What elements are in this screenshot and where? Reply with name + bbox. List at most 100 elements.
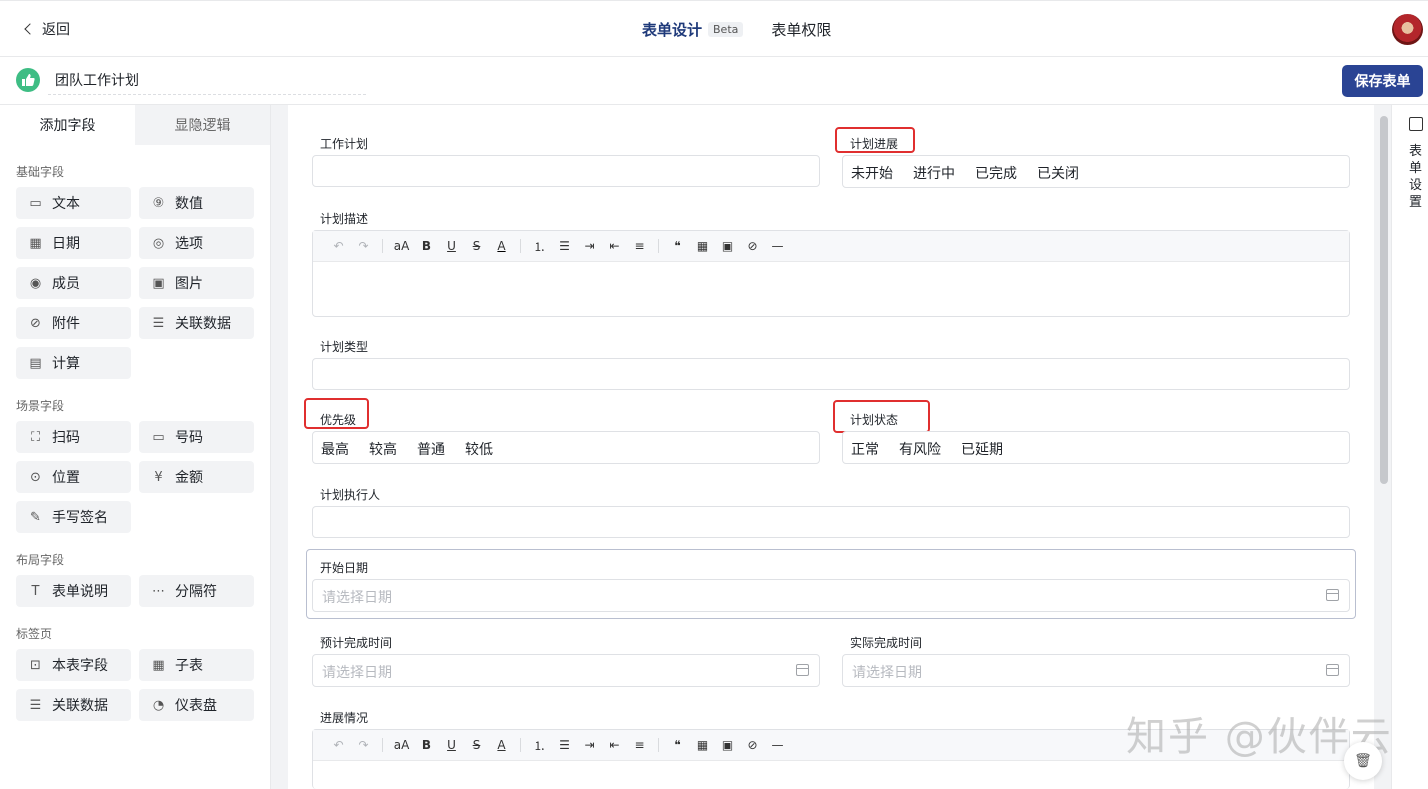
tab-form-permission[interactable]: 表单权限 <box>771 1 831 58</box>
image-icon[interactable]: ▣ <box>715 239 740 253</box>
option-item[interactable]: 已关闭 <box>1037 163 1079 183</box>
description-label: 计划描述 <box>320 212 369 226</box>
calendar-icon[interactable] <box>1326 664 1339 676</box>
option-item[interactable]: 已延期 <box>961 439 1003 459</box>
field-amount[interactable]: ¥ 金额 <box>139 461 254 493</box>
field-image[interactable]: ▣ 图片 <box>139 267 254 299</box>
field-label: 扫码 <box>52 430 80 446</box>
redo-icon[interactable]: ↷ <box>351 239 376 253</box>
bullet-list-icon[interactable]: ☰ <box>552 738 577 752</box>
field-scan[interactable]: ⛶ 扫码 <box>16 421 131 453</box>
group-title-layout: 布局字段 <box>16 553 65 567</box>
back-button[interactable]: 返回 <box>22 19 70 39</box>
form-name-input[interactable]: 团队工作计划 <box>48 62 366 95</box>
strikethrough-icon[interactable]: S <box>464 239 489 253</box>
tab-add-field[interactable]: 添加字段 <box>0 105 135 145</box>
field-option[interactable]: ◎ 选项 <box>139 227 254 259</box>
link-icon[interactable]: ⊘ <box>740 738 765 752</box>
field-linked-data[interactable]: ☰ 关联数据 <box>139 307 254 339</box>
font-color-icon[interactable]: A <box>489 738 514 752</box>
option-item[interactable]: 较低 <box>465 439 493 459</box>
field-label: 数值 <box>175 196 203 212</box>
undo-icon[interactable]: ↶ <box>326 239 351 253</box>
option-item[interactable]: 正常 <box>851 439 879 459</box>
field-sub-table[interactable]: ▦ 子表 <box>139 649 254 681</box>
link-icon[interactable]: ⊘ <box>740 239 765 253</box>
plan-type-input[interactable] <box>312 358 1350 390</box>
form-title-bar: 团队工作计划 保存表单 <box>0 57 1428 105</box>
field-member[interactable]: ◉ 成员 <box>16 267 131 299</box>
bold-icon[interactable]: B <box>414 239 439 253</box>
align-icon[interactable]: ≡ <box>627 239 652 253</box>
trash-icon[interactable]: 🗑 <box>1344 742 1382 780</box>
toolbar-divider <box>520 239 521 253</box>
avatar[interactable] <box>1392 14 1423 45</box>
indent-icon[interactable]: ⇥ <box>577 738 602 752</box>
field-label: 位置 <box>52 470 80 486</box>
tab-visibility-logic[interactable]: 显隐逻辑 <box>135 105 270 145</box>
redo-icon[interactable]: ↷ <box>351 738 376 752</box>
form-settings-label[interactable]: 表单设置 <box>1409 143 1425 211</box>
undo-icon[interactable]: ↶ <box>326 738 351 752</box>
option-item[interactable]: 较高 <box>369 439 397 459</box>
toolbar-divider <box>382 239 383 253</box>
tab-form-design[interactable]: 表单设计 Beta <box>642 1 744 59</box>
field-location[interactable]: ⊙ 位置 <box>16 461 131 493</box>
option-item[interactable]: 普通 <box>417 439 445 459</box>
field-sub-field[interactable]: ⊡ 本表字段 <box>16 649 131 681</box>
quote-icon[interactable]: ❝ <box>665 239 690 253</box>
progress-detail-label: 进展情况 <box>320 711 369 725</box>
field-divider[interactable]: ⋯ 分隔符 <box>139 575 254 607</box>
back-label: 返回 <box>42 22 70 38</box>
save-form-button[interactable]: 保存表单 <box>1342 65 1423 97</box>
collapse-panel-icon[interactable] <box>1409 117 1423 131</box>
work-plan-input[interactable] <box>312 155 820 187</box>
field-attachment[interactable]: ⊘ 附件 <box>16 307 131 339</box>
bullet-list-icon[interactable]: ☰ <box>552 239 577 253</box>
horizontal-rule-icon[interactable]: — <box>765 239 790 253</box>
font-size-icon[interactable]: aA <box>389 239 414 253</box>
field-number-tag[interactable]: ▭ 号码 <box>139 421 254 453</box>
option-item[interactable]: 进行中 <box>913 163 955 183</box>
field-date[interactable]: ▦ 日期 <box>16 227 131 259</box>
indent-icon[interactable]: ⇥ <box>577 239 602 253</box>
description-editor[interactable]: ↶ ↷ aA B U S A ⒈ ☰ ⇥ ⇤ ≡ ❝ ▦ ▣ ⊘ — <box>312 230 1350 317</box>
bold-icon[interactable]: B <box>414 738 439 752</box>
outdent-icon[interactable]: ⇤ <box>602 239 627 253</box>
calendar-icon[interactable] <box>796 664 809 676</box>
underline-icon[interactable]: U <box>439 738 464 752</box>
field-number[interactable]: ⑨ 数值 <box>139 187 254 219</box>
horizontal-rule-icon[interactable]: — <box>765 738 790 752</box>
font-size-icon[interactable]: aA <box>389 738 414 752</box>
field-form-description[interactable]: T 表单说明 <box>16 575 131 607</box>
field-tab-linked-data[interactable]: ☰ 关联数据 <box>16 689 131 721</box>
option-item[interactable]: 未开始 <box>851 163 893 183</box>
field-dashboard[interactable]: ◔ 仪表盘 <box>139 689 254 721</box>
highlight-box <box>833 400 930 433</box>
table-icon[interactable]: ▦ <box>690 738 715 752</box>
calendar-icon[interactable] <box>1326 589 1339 601</box>
align-icon[interactable]: ≡ <box>627 738 652 752</box>
field-text[interactable]: ▭ 文本 <box>16 187 131 219</box>
outdent-icon[interactable]: ⇤ <box>602 738 627 752</box>
underline-icon[interactable]: U <box>439 239 464 253</box>
executor-input[interactable] <box>312 506 1350 538</box>
field-label: 表单说明 <box>52 584 108 600</box>
option-item[interactable]: 有风险 <box>899 439 941 459</box>
option-icon: ◎ <box>152 235 165 251</box>
strikethrough-icon[interactable]: S <box>464 738 489 752</box>
ordered-list-icon[interactable]: ⒈ <box>527 737 552 754</box>
field-label: 选项 <box>175 236 203 252</box>
font-color-icon[interactable]: A <box>489 239 514 253</box>
form-settings-strip[interactable]: 表单设置 <box>1391 105 1428 789</box>
option-item[interactable]: 最高 <box>321 439 349 459</box>
field-signature[interactable]: ✎ 手写签名 <box>16 501 131 533</box>
option-item[interactable]: 已完成 <box>975 163 1017 183</box>
canvas-scrollbar[interactable] <box>1380 116 1388 484</box>
table-icon[interactable]: ▦ <box>690 239 715 253</box>
quote-icon[interactable]: ❝ <box>665 738 690 752</box>
image-icon[interactable]: ▣ <box>715 738 740 752</box>
field-calculation[interactable]: ▤ 计算 <box>16 347 131 379</box>
ordered-list-icon[interactable]: ⒈ <box>527 238 552 255</box>
start-date-input[interactable] <box>312 579 1350 612</box>
